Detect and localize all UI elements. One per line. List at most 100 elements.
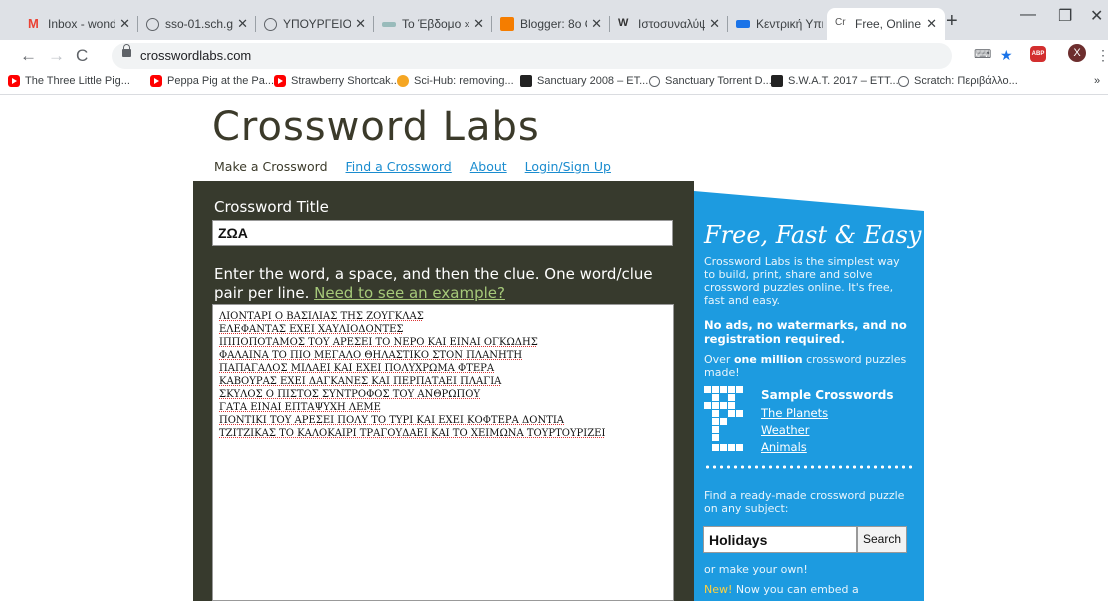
tab-crosswordlabs[interactable]: Cr Free, Online C ✕ xyxy=(827,8,945,40)
new-tab-button[interactable]: + xyxy=(946,10,958,33)
sample-link-animals[interactable]: Animals xyxy=(761,440,807,454)
scihub-icon xyxy=(397,75,409,87)
youtube-icon xyxy=(274,75,286,87)
word-clue-line: ΛΙΟΝΤΑΡΙ Ο ΒΑΣΙΛΙΑΣ ΤΗΣ ΖΟΥΓΚΛΑΣ xyxy=(219,311,424,322)
avatar[interactable]: X xyxy=(1068,44,1086,62)
tab-label: Κεντρική Υπηρ xyxy=(756,17,823,31)
crosswordlabs-icon: Cr xyxy=(835,17,846,28)
word-clue-textarea[interactable]: ΛΙΟΝΤΑΡΙ Ο ΒΑΣΙΛΙΑΣ ΤΗΣ ΖΟΥΓΚΛΑΣ ΕΛΕΦΑΝΤ… xyxy=(212,304,674,601)
bookmark-item[interactable]: Sanctuary Torrent D... xyxy=(649,75,772,87)
close-icon[interactable]: ✕ xyxy=(709,16,720,32)
address-bar[interactable]: crosswordlabs.com xyxy=(112,43,952,69)
word-clue-line: ΦΑΛΑΙΝΑ ΤΟ ΠΙΟ ΜΕΓΑΛΟ ΘΗΛΑΣΤΙΚΟ ΣΤΟΝ ΠΛΑ… xyxy=(219,350,523,361)
restore-button[interactable]: ❐ xyxy=(1058,6,1072,26)
sample-link-weather[interactable]: Weather xyxy=(761,423,809,437)
bookmark-item[interactable]: Peppa Pig at the Pa... xyxy=(150,75,274,87)
adblock-icon[interactable]: ABP xyxy=(1030,46,1046,62)
tab-label: Inbox - wonde xyxy=(48,17,116,31)
menu-icon[interactable]: ⋮ xyxy=(1096,47,1108,64)
star-icon[interactable]: ★ xyxy=(1000,47,1013,64)
bookmark-label: Sci-Hub: removing... xyxy=(414,75,514,87)
million-pre: Over xyxy=(704,353,734,366)
window-close-button[interactable]: ✕ xyxy=(1090,6,1103,26)
youtube-icon xyxy=(150,75,162,87)
tab-label: sso-01.sch.gr xyxy=(165,17,234,31)
tab-label: ΥΠΟΥΡΓΕΙΟ Π xyxy=(283,17,352,31)
word-clue-line: ΣΚΥΛΟΣ Ο ΠΙΣΤΟΣ ΣΥΝΤΡΟΦΟΣ ΤΟΥ ΑΝΘΡΩΠΟΥ xyxy=(219,389,481,400)
back-button[interactable]: ← xyxy=(20,46,37,66)
word-clue-line: ΠΟΝΤΙΚΙ ΤΟΥ ΑΡΕΣΕΙ ΠΟΛΥ ΤΟ ΤΥΡΙ ΚΑΙ ΕΧΕΙ… xyxy=(219,415,565,426)
instructions-text: Enter the word, a space, and then the cl… xyxy=(214,265,674,303)
site-nav: Make a Crossword Find a Crossword About … xyxy=(214,159,625,174)
reload-button[interactable]: C xyxy=(76,46,88,66)
example-link[interactable]: Need to see an example? xyxy=(314,284,505,302)
close-icon[interactable]: ✕ xyxy=(119,16,130,32)
search-input[interactable]: Holidays xyxy=(703,526,857,553)
site-logo[interactable]: Crossword Labs xyxy=(212,104,540,150)
sidebar-heading: Free, Fast & Easy xyxy=(704,221,922,249)
bookmarks-bar: The Three Little Pig... Peppa Pig at the… xyxy=(0,72,1108,95)
bookmark-item[interactable]: Strawberry Shortcak... xyxy=(274,75,400,87)
tab-label: Το Έβδομο » 7 xyxy=(402,17,469,31)
forward-button[interactable]: → xyxy=(48,46,65,66)
nav-make-crossword[interactable]: Make a Crossword xyxy=(214,159,328,174)
close-icon[interactable]: ✕ xyxy=(591,16,602,32)
bookmark-item[interactable]: S.W.A.T. 2017 – ETT... xyxy=(771,75,899,87)
bookmark-label: The Three Little Pig... xyxy=(25,75,130,87)
bookmark-label: Sanctuary 2008 – ET... xyxy=(537,75,649,87)
close-icon[interactable]: ✕ xyxy=(926,16,937,32)
tab-label: Blogger: 8ο Ο xyxy=(520,17,588,31)
crossword-title-label: Crossword Title xyxy=(214,198,329,216)
crossword-title-input[interactable]: ΖΩΑ xyxy=(212,220,673,246)
close-icon[interactable]: ✕ xyxy=(355,16,366,32)
bookmark-item[interactable]: Sanctuary 2008 – ET... xyxy=(520,75,648,87)
close-icon[interactable]: ✕ xyxy=(473,16,484,32)
nav-about[interactable]: About xyxy=(470,159,507,174)
bookmark-label: Strawberry Shortcak... xyxy=(291,75,400,87)
sample-crossword-icon xyxy=(704,386,744,454)
word-clue-line: ΕΛΕΦΑΝΤΑΣ ΕΧΕΙ ΧΑΥΛΙΟΔΟΝΤΕΣ xyxy=(219,324,404,335)
youtube-icon xyxy=(8,75,20,87)
close-icon[interactable]: ✕ xyxy=(237,16,248,32)
tab-webstats[interactable]: W Ιστοσυναλύψ ✕ xyxy=(610,8,728,40)
globe-icon xyxy=(898,75,909,87)
find-crossword-text: Find a ready-made crossword puzzle on an… xyxy=(704,489,905,515)
browser-tab-strip: M Inbox - wonde ✕ sso-01.sch.gr ✕ ΥΠΟΥΡΓ… xyxy=(0,0,1108,40)
bookmark-label: S.W.A.T. 2017 – ETT... xyxy=(788,75,899,87)
word-clue-line: ΙΠΠΟΠΟΤΑΜΟΣ ΤΟΥ ΑΡΕΣΕΙ ΤΟ ΝΕΡΟ ΚΑΙ ΕΙΝΑΙ… xyxy=(219,337,538,348)
minimize-button[interactable]: — xyxy=(1020,6,1036,24)
sidebar-no-ads: No ads, no watermarks, and no registrati… xyxy=(704,318,907,346)
tab-sso[interactable]: sso-01.sch.gr ✕ xyxy=(138,8,256,40)
search-button[interactable]: Search xyxy=(857,526,907,553)
word-clue-line: ΚΑΒΟΥΡΑΣ ΕΧΕΙ ΔΑΓΚΑΝΕΣ ΚΑΙ ΠΕΡΠΑΤΑΕΙ ΠΛΑ… xyxy=(219,376,502,387)
tab-gmail[interactable]: M Inbox - wonde ✕ xyxy=(20,8,138,40)
sample-link-planets[interactable]: The Planets xyxy=(761,406,828,420)
embed-notice: New! Now you can embed a xyxy=(704,583,914,596)
blogger-icon xyxy=(500,17,514,31)
dotted-divider xyxy=(704,465,914,469)
word-clue-line: ΤΖΙΤΖΙΚΑΣ ΤΟ ΚΑΛΟΚΑΙΡΙ ΤΡΑΓΟΥΔΑΕΙ ΚΑΙ ΤΟ… xyxy=(219,428,606,439)
nav-find-crossword[interactable]: Find a Crossword xyxy=(346,159,452,174)
tv-icon xyxy=(771,75,783,87)
bookmark-label: Scratch: Περιβάλλο... xyxy=(914,75,1018,87)
bookmark-item[interactable]: The Three Little Pig... xyxy=(8,75,130,87)
sidebar-million: Over one million crossword puzzles made! xyxy=(704,353,914,379)
nav-login[interactable]: Login/Sign Up xyxy=(525,159,611,174)
tab-blogger[interactable]: Blogger: 8ο Ο ✕ xyxy=(492,8,610,40)
url-text: crosswordlabs.com xyxy=(140,48,252,63)
tab-ministry[interactable]: ΥΠΟΥΡΓΕΙΟ Π ✕ xyxy=(256,8,374,40)
tab-label: Ιστοσυναλύψ xyxy=(638,17,706,31)
word-clue-line: ΠΑΠΑΓΑΛΟΣ ΜΙΛΑΕΙ ΚΑΙ ΕΧΕΙ ΠΟΛΥΧΡΩΜΑ ΦΤΕΡ… xyxy=(219,363,495,374)
translate-icon[interactable]: ⌨ xyxy=(974,47,991,61)
bookmark-item[interactable]: Scratch: Περιβάλλο... xyxy=(898,75,1018,87)
tab-seventh[interactable]: Το Έβδομο » 7 ✕ xyxy=(374,8,492,40)
make-own-text: or make your own! xyxy=(704,563,808,576)
globe-icon xyxy=(649,75,660,87)
bookmark-item[interactable]: Sci-Hub: removing... xyxy=(397,75,514,87)
embed-text: Now you can embed a xyxy=(732,583,859,596)
globe-icon xyxy=(146,17,159,31)
gmail-icon: M xyxy=(28,16,39,31)
lock-icon xyxy=(122,44,131,57)
sidebar-intro: Crossword Labs is the simplest way to bu… xyxy=(704,255,900,307)
bookmarks-overflow-icon[interactable]: » xyxy=(1094,75,1100,87)
